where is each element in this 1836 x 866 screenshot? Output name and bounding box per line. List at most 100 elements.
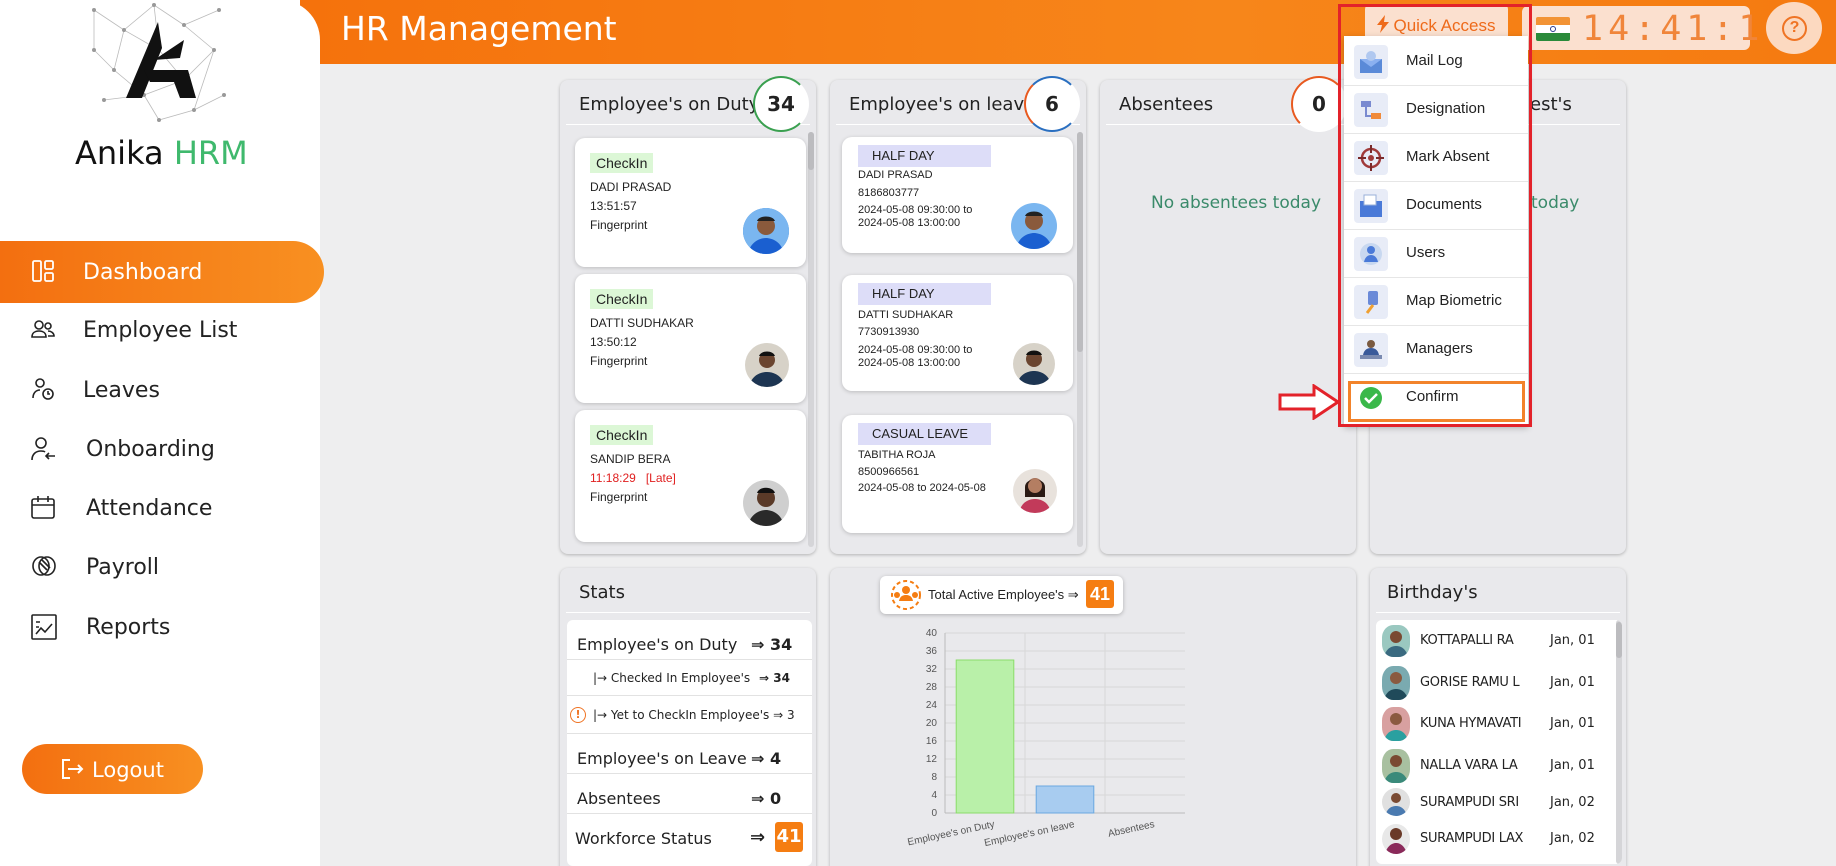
reports-icon: [30, 613, 58, 641]
y-tick-label: 36: [926, 646, 938, 657]
sidebar-item-onboarding[interactable]: Onboarding: [0, 420, 320, 478]
sidebar-item-label: Dashboard: [83, 259, 203, 285]
birthday-list: KOTTAPALLI RA Jan, 01 GORISE RAMU L Jan,…: [1376, 620, 1622, 864]
checkin-tag: CheckIn: [590, 289, 654, 309]
menu-item-map-biometric[interactable]: Map Biometric: [1344, 278, 1528, 326]
sidebar-item-attendance[interactable]: Attendance: [0, 479, 320, 537]
brand-name: Anika HRM: [75, 134, 248, 172]
checkin-method: Fingerprint: [590, 218, 648, 232]
leave-card[interactable]: HALF DAY DATTI SUDHAKAR 7730913930 2024-…: [842, 275, 1073, 391]
payroll-icon: [30, 553, 58, 581]
divider: [1376, 612, 1620, 613]
avatar: [1382, 707, 1410, 741]
managers-icon: [1354, 333, 1388, 367]
birthday-item: GORISE RAMU L Jan, 01: [1376, 664, 1616, 700]
stats-label: Employee's on Duty: [577, 635, 738, 654]
sidebar-item-payroll[interactable]: Payroll: [0, 538, 320, 596]
sidebar-item-label: Employee List: [83, 317, 238, 343]
checkin-method: Fingerprint: [590, 490, 648, 504]
menu-item-mail-log[interactable]: Mail Log: [1344, 38, 1528, 86]
y-tick-label: 40: [926, 628, 938, 639]
scrollbar-thumb[interactable]: [1077, 132, 1083, 352]
birthday-date: Jan, 01: [1550, 716, 1595, 731]
panel-birthdays: Birthday's KOTTAPALLI RA Jan, 01 GORISE …: [1370, 568, 1626, 866]
y-tick-label: 32: [926, 664, 938, 675]
panel-title: Stats: [579, 582, 625, 603]
panel-chart: Total Active Employee's ⇒ 41 0 4 8 12 16 20 24…: [830, 568, 1356, 866]
employees-icon: [30, 316, 58, 344]
panel-absentees: Absentees 0 No absentees today: [1100, 76, 1356, 554]
avatar: [743, 480, 789, 526]
duty-card[interactable]: CheckIn DATTI SUDHAKAR 13:50:12 Fingerpr…: [575, 274, 806, 403]
checkin-time-late: 11:18:29 [Late]: [590, 471, 676, 485]
menu-item-documents[interactable]: Documents: [1344, 182, 1528, 230]
menu-item-label: Mark Absent: [1406, 148, 1490, 165]
menu-item-label: Documents: [1406, 196, 1482, 213]
biometric-icon: [1354, 285, 1388, 319]
panel-title: Birthday's: [1387, 582, 1478, 603]
scrollbar-thumb[interactable]: [808, 132, 814, 170]
panel-title: est's: [1530, 94, 1572, 115]
checkin-time: 11:18:29: [590, 471, 636, 485]
leave-from: 2024-05-08 09:30:00 to: [858, 204, 973, 216]
scrollbar-thumb[interactable]: [1616, 622, 1622, 658]
menu-item-managers[interactable]: Managers: [1344, 326, 1528, 374]
checkin-tag: CheckIn: [590, 425, 654, 445]
users-icon: [1354, 237, 1388, 271]
brand-logo: [84, 0, 232, 125]
birthday-date: Jan, 01: [1550, 675, 1595, 690]
menu-item-confirm[interactable]: Confirm: [1344, 374, 1528, 422]
leave-card[interactable]: HALF DAY DADI PRASAD 8186803777 2024-05-…: [842, 137, 1073, 253]
employee-name: DADI PRASAD: [858, 169, 933, 181]
panel-employees-on-leave: Employee's on leave 6 HALF DAY DADI PRAS…: [830, 76, 1086, 554]
bar: [1035, 785, 1095, 814]
duty-card[interactable]: CheckIn DADI PRASAD 13:51:57 Fingerprint: [575, 138, 806, 267]
employee-phone: 7730913930: [858, 326, 920, 338]
menu-item-label: Designation: [1406, 100, 1486, 117]
scrollbar[interactable]: [808, 132, 814, 547]
menu-item-mark-absent[interactable]: Mark Absent: [1344, 134, 1528, 182]
sidebar-item-dashboard[interactable]: Dashboard: [0, 241, 324, 303]
panel-title: Employee's on Duty: [579, 94, 760, 115]
dashboard-icon: [30, 258, 58, 286]
checkin-method: Fingerprint: [590, 354, 648, 368]
pointer-arrow-icon: [1278, 383, 1342, 425]
employee-name: DATTI SUDHAKAR: [590, 316, 694, 330]
sidebar-item-label: Attendance: [86, 495, 213, 521]
stats-arrow: ⇒: [750, 827, 766, 848]
birthday-date: Jan, 01: [1550, 758, 1595, 773]
sidebar-item-employee-list[interactable]: Employee List: [0, 301, 320, 359]
avatar: [745, 343, 789, 387]
leave-card[interactable]: CASUAL LEAVE TABITHA ROJA 8500966561 202…: [842, 415, 1073, 533]
menu-item-designation[interactable]: Designation: [1344, 86, 1528, 134]
sidebar-item-label: Onboarding: [86, 436, 215, 462]
stats-label: Employee's on Leave: [577, 749, 747, 768]
india-flag-icon: [1536, 17, 1570, 41]
stats-value: ⇒ 34: [751, 635, 793, 654]
duty-card[interactable]: CheckIn SANDIP BERA 11:18:29 [Late] Fing…: [575, 410, 806, 542]
sidebar-item-leaves[interactable]: Leaves: [0, 361, 320, 419]
menu-item-users[interactable]: Users: [1344, 230, 1528, 278]
checkin-time: 13:51:57: [590, 199, 637, 213]
logout-button[interactable]: Logout: [22, 744, 203, 794]
sidebar-item-reports[interactable]: Reports: [0, 598, 320, 656]
help-button[interactable]: ?: [1766, 2, 1822, 54]
stats-label: |→ Yet to CheckIn Employee's ⇒ 3: [593, 708, 795, 722]
digital-clock: 14:41:18: [1522, 6, 1786, 50]
stats-value: ⇒ 34: [759, 671, 790, 685]
y-tick-label: 20: [926, 718, 938, 729]
sidebar: Anika HRM Dashboard Employee List Leaves…: [0, 0, 324, 866]
x-tick-label: Absentees: [1107, 819, 1156, 840]
designation-icon: [1354, 93, 1388, 127]
empty-message: today: [1531, 193, 1580, 213]
total-active-employees: Total Active Employee's ⇒ 41: [880, 576, 1123, 614]
avatar: [1013, 343, 1055, 385]
confirm-check-icon: [1354, 381, 1388, 415]
quick-access-menu: Mail Log Designation Mark Absent Documen…: [1344, 36, 1528, 426]
logout-icon: [60, 758, 84, 785]
stats-row-absentees: Absentees ⇒ 0: [567, 774, 812, 814]
birthday-name: KUNA HYMAVATI: [1420, 716, 1522, 731]
late-flag: [Late]: [645, 471, 676, 485]
stats-row-workforce: Workforce Status ⇒ 41: [567, 814, 812, 862]
onboarding-icon: [30, 435, 58, 463]
